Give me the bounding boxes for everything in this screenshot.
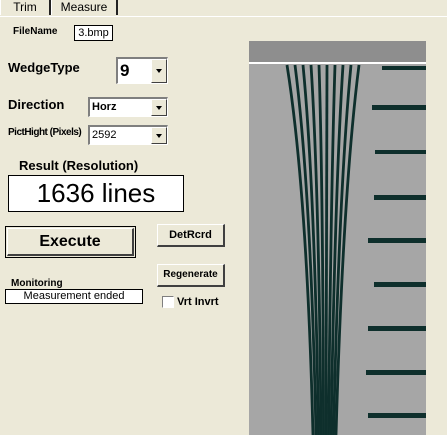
filename-label: FileName [13, 26, 58, 37]
status-field: Measurement ended [5, 289, 143, 304]
wedgetype-select[interactable]: 9 [116, 57, 168, 84]
direction-value: Horz [92, 101, 117, 113]
result-display: 1636 lines [8, 175, 184, 212]
wedge-image [249, 41, 426, 435]
wedgetype-value: 9 [120, 61, 130, 80]
chevron-down-icon[interactable] [151, 127, 167, 144]
direction-select[interactable]: Horz [88, 97, 168, 117]
monitoring-label: Monitoring [11, 278, 63, 289]
vrt-invrt-checkbox[interactable] [162, 296, 174, 308]
image-viewer[interactable] [249, 41, 426, 435]
tab-measure[interactable]: Measure [51, 0, 118, 15]
picthight-value: 2592 [92, 129, 117, 141]
regenerate-button[interactable]: Regenerate [157, 264, 225, 287]
result-label: Result (Resolution) [19, 158, 139, 173]
direction-label: Direction [8, 97, 65, 112]
filename-field: 3.bmp [74, 25, 113, 41]
wedgetype-label: WedgeType [8, 60, 80, 75]
tab-trim[interactable]: Trim [0, 0, 51, 15]
tab-strip: Trim Measure [0, 0, 447, 17]
picthight-select[interactable]: 2592 [88, 125, 168, 145]
vrt-invrt-label: Vrt Invrt [177, 296, 219, 308]
execute-button-label: Execute [7, 228, 134, 256]
detrcrd-button[interactable]: DetRcrd [157, 224, 225, 247]
chevron-down-icon[interactable] [151, 59, 167, 83]
execute-button[interactable]: Execute [5, 226, 136, 258]
picthight-label: PictHight (Pixels) [8, 127, 82, 138]
chevron-down-icon[interactable] [151, 99, 167, 116]
